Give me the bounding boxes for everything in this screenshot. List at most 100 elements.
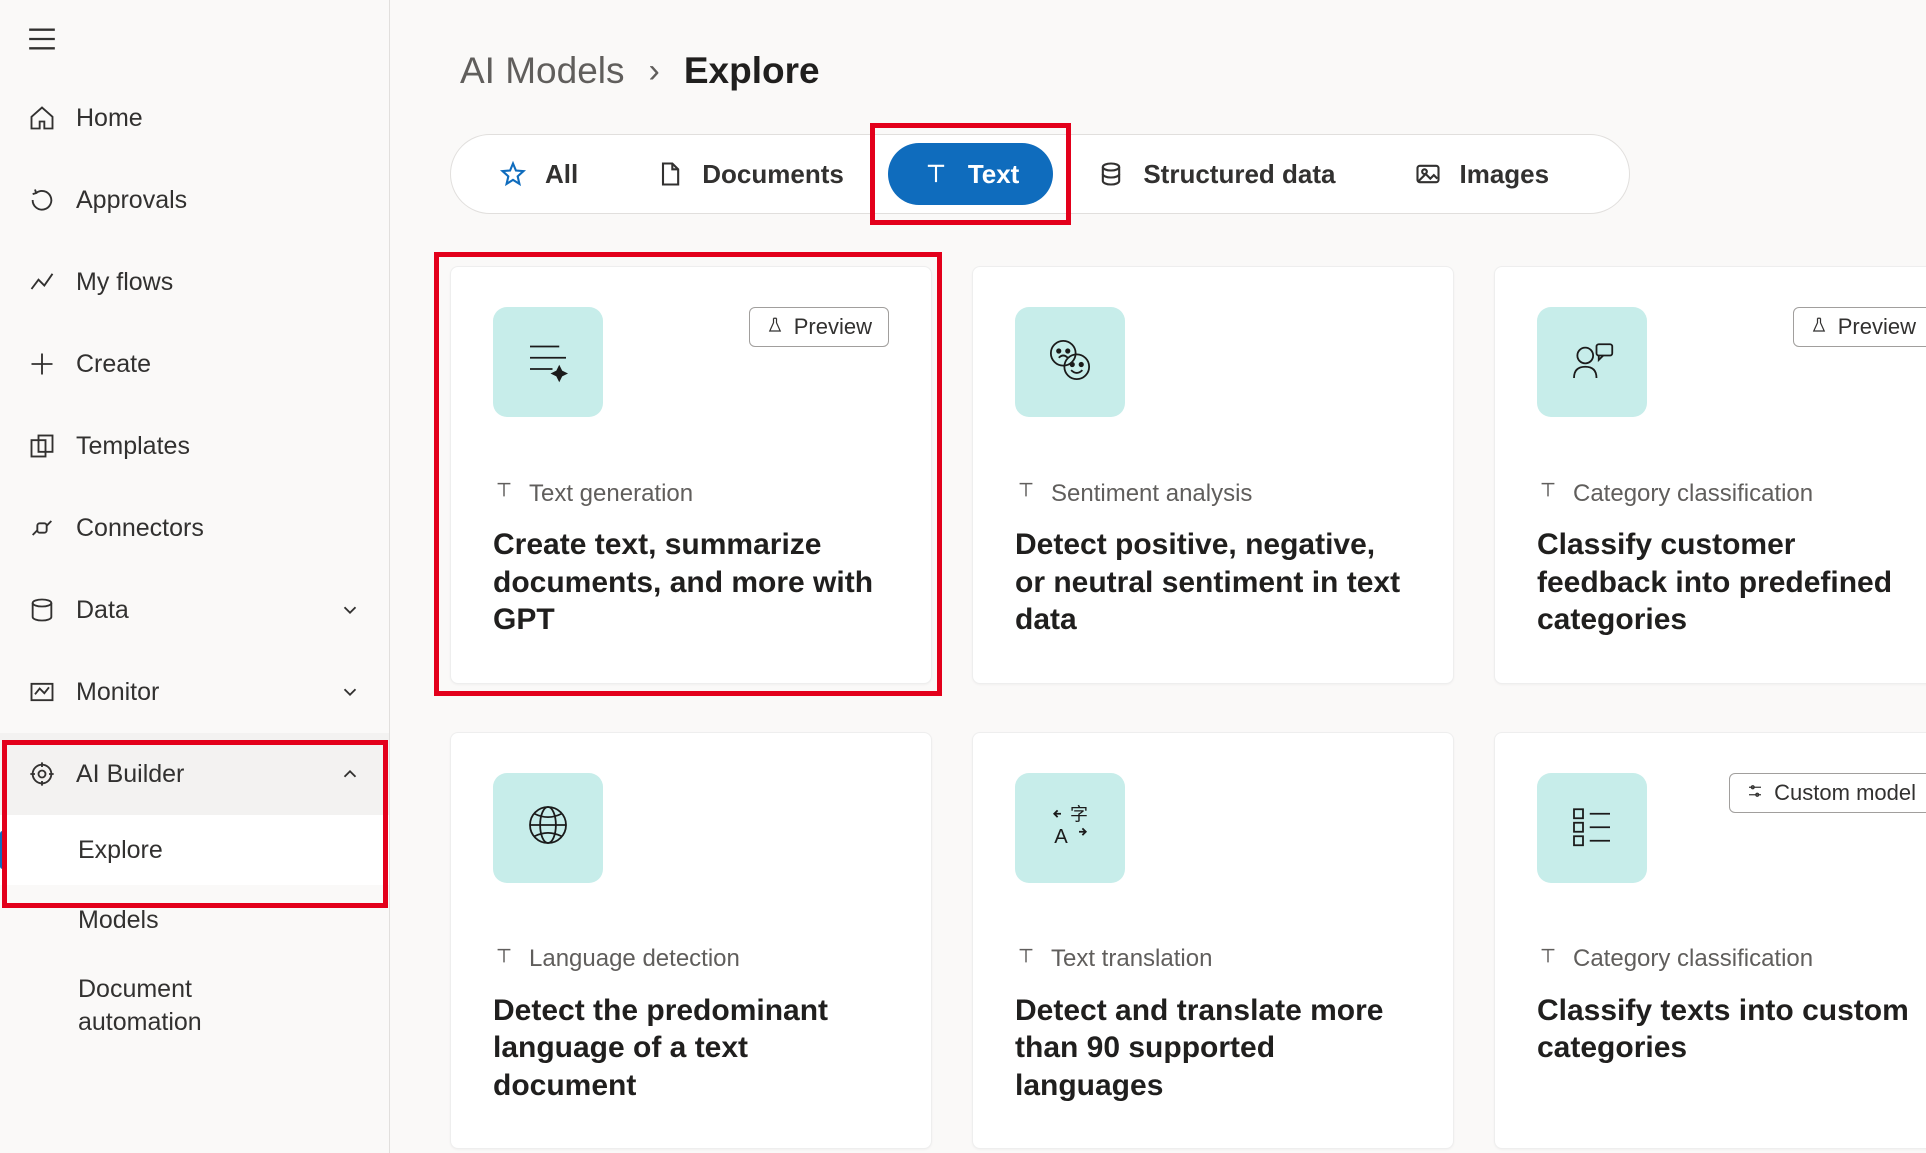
text-icon bbox=[493, 479, 515, 508]
card-thumb bbox=[1537, 773, 1647, 883]
sidebar-item-label: Create bbox=[76, 350, 151, 379]
sidebar-item-label: AI Builder bbox=[76, 760, 184, 789]
image-icon bbox=[1414, 160, 1442, 188]
data-icon bbox=[28, 596, 76, 624]
approvals-icon bbox=[28, 186, 76, 214]
monitor-icon bbox=[28, 678, 76, 706]
hamburger-button[interactable] bbox=[0, 10, 389, 77]
sidebar: Home Approvals My flows Create Templates bbox=[0, 0, 390, 1153]
sidebar-sub-label: Document automation bbox=[78, 973, 288, 1038]
sidebar-item-monitor[interactable]: Monitor bbox=[0, 651, 389, 733]
card-title: Detect the predominant language of a tex… bbox=[493, 992, 889, 1105]
sidebar-item-label: Monitor bbox=[76, 678, 159, 707]
card-category-classification-custom[interactable]: Custom model Category classification Cla… bbox=[1494, 732, 1926, 1150]
card-thumb bbox=[493, 773, 603, 883]
sidebar-sub-explore[interactable]: Explore bbox=[0, 815, 389, 885]
filter-text[interactable]: Text bbox=[888, 143, 1054, 205]
sidebar-item-templates[interactable]: Templates bbox=[0, 405, 389, 487]
breadcrumb-current: Explore bbox=[684, 50, 820, 92]
card-sentiment-analysis[interactable]: Sentiment analysis Detect positive, nega… bbox=[972, 266, 1454, 684]
templates-icon bbox=[28, 432, 76, 460]
card-title: Classify texts into custom categories bbox=[1537, 992, 1926, 1067]
preview-badge: Preview bbox=[749, 307, 889, 347]
sidebar-sub-models[interactable]: Models bbox=[0, 885, 389, 955]
badge-label: Preview bbox=[794, 314, 872, 340]
sidebar-item-data[interactable]: Data bbox=[0, 569, 389, 651]
globe-icon bbox=[521, 798, 575, 857]
sidebar-item-label: Connectors bbox=[76, 514, 204, 543]
translate-icon: 字A bbox=[1043, 798, 1097, 857]
text-icon bbox=[1015, 945, 1037, 974]
sidebar-item-create[interactable]: Create bbox=[0, 323, 389, 405]
sidebar-item-myflows[interactable]: My flows bbox=[0, 241, 389, 323]
filter-label: Documents bbox=[702, 159, 844, 190]
sidebar-sub-label: Models bbox=[78, 906, 159, 935]
svg-text:A: A bbox=[1054, 826, 1068, 848]
filter-label: Structured data bbox=[1143, 159, 1335, 190]
sidebar-item-connectors[interactable]: Connectors bbox=[0, 487, 389, 569]
card-category-label: Language detection bbox=[529, 945, 740, 973]
main-content: AI Models › Explore All Documents bbox=[390, 0, 1926, 1153]
filter-all[interactable]: All bbox=[465, 143, 612, 205]
sidebar-item-label: Home bbox=[76, 104, 143, 133]
connectors-icon bbox=[28, 514, 76, 542]
card-title: Detect positive, negative, or neutral se… bbox=[1015, 526, 1411, 639]
text-icon bbox=[1015, 479, 1037, 508]
hamburger-icon bbox=[28, 37, 56, 54]
card-category: Category classification bbox=[1537, 479, 1926, 508]
card-category: Text generation bbox=[493, 479, 889, 508]
text-icon bbox=[1537, 945, 1559, 974]
custom-model-badge: Custom model bbox=[1729, 773, 1926, 813]
card-text-translation[interactable]: 字A Text translation Detect and translate… bbox=[972, 732, 1454, 1150]
filter-label: Text bbox=[968, 159, 1020, 190]
badge-label: Custom model bbox=[1774, 780, 1916, 806]
card-title: Detect and translate more than 90 suppor… bbox=[1015, 992, 1411, 1105]
card-thumb bbox=[1537, 307, 1647, 417]
flows-icon bbox=[28, 268, 76, 296]
badge-label: Preview bbox=[1838, 314, 1916, 340]
card-text-generation[interactable]: Preview Text generation Create text, sum… bbox=[450, 266, 932, 684]
filter-documents[interactable]: Documents bbox=[622, 143, 878, 205]
aibuilder-icon bbox=[28, 760, 76, 788]
card-category-label: Text translation bbox=[1051, 945, 1212, 973]
filter-structured[interactable]: Structured data bbox=[1063, 143, 1369, 205]
home-icon bbox=[28, 104, 76, 132]
sparkle-lines-icon bbox=[521, 333, 575, 392]
chevron-down-icon bbox=[339, 599, 361, 621]
sidebar-sub-label: Explore bbox=[78, 836, 163, 865]
sliders-icon bbox=[1746, 780, 1764, 806]
sidebar-item-home[interactable]: Home bbox=[0, 77, 389, 159]
text-icon bbox=[493, 945, 515, 974]
card-language-detection[interactable]: Language detection Detect the predominan… bbox=[450, 732, 932, 1150]
card-category: Category classification bbox=[1537, 945, 1926, 974]
filter-bar: All Documents Text bbox=[450, 134, 1630, 214]
sidebar-item-approvals[interactable]: Approvals bbox=[0, 159, 389, 241]
card-title: Create text, summarize documents, and mo… bbox=[493, 526, 889, 639]
filter-label: All bbox=[545, 159, 578, 190]
cards-grid: Preview Text generation Create text, sum… bbox=[450, 266, 1866, 1149]
card-title: Classify customer feedback into predefin… bbox=[1537, 526, 1926, 639]
sidebar-item-label: Data bbox=[76, 596, 129, 625]
chevron-down-icon bbox=[339, 681, 361, 703]
breadcrumb-parent[interactable]: AI Models bbox=[460, 50, 625, 92]
sidebar-sub-document-automation[interactable]: Document automation bbox=[0, 955, 389, 1056]
filter-images[interactable]: Images bbox=[1380, 143, 1584, 205]
sidebar-item-label: Templates bbox=[76, 432, 190, 461]
faces-icon bbox=[1043, 333, 1097, 392]
person-chat-icon bbox=[1565, 333, 1619, 392]
sidebar-item-label: My flows bbox=[76, 268, 173, 297]
chevron-up-icon bbox=[339, 763, 361, 785]
plus-icon bbox=[28, 350, 76, 378]
flask-icon bbox=[766, 314, 784, 340]
svg-text:字: 字 bbox=[1070, 805, 1088, 825]
text-icon bbox=[1537, 479, 1559, 508]
card-category-classification[interactable]: Preview Category classification Classify… bbox=[1494, 266, 1926, 684]
flask-icon bbox=[1810, 314, 1828, 340]
breadcrumb: AI Models › Explore bbox=[450, 50, 1866, 92]
text-icon bbox=[922, 160, 950, 188]
card-category-label: Text generation bbox=[529, 480, 693, 508]
sidebar-item-aibuilder[interactable]: AI Builder bbox=[0, 733, 389, 815]
card-category: Text translation bbox=[1015, 945, 1411, 974]
filter-label: Images bbox=[1460, 159, 1550, 190]
card-category: Language detection bbox=[493, 945, 889, 974]
